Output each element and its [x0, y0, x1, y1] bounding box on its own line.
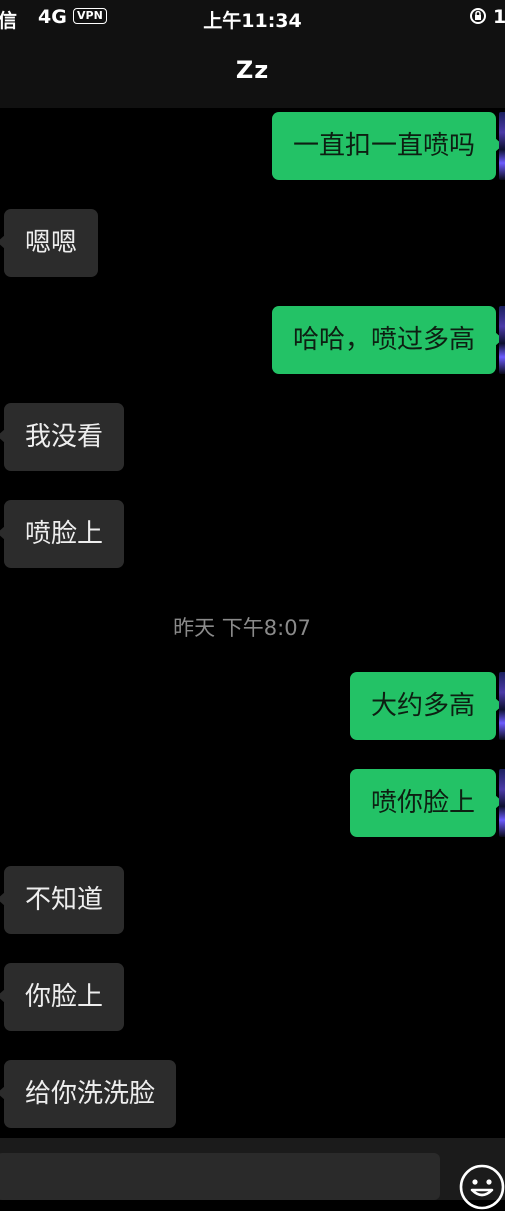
status-bar: 信 4G VPN 上午11:34 1: [0, 0, 505, 36]
message-bubble-received[interactable]: 我没看: [0, 403, 125, 471]
my-avatar[interactable]: [499, 769, 505, 837]
my-avatar[interactable]: [499, 672, 505, 740]
status-time: 上午11:34: [203, 10, 302, 32]
message-list[interactable]: 一直扣一直喷吗 嗯嗯 哈哈，喷过多高 我没看 喷脸上 昨天 下午8:07 大约多…: [0, 108, 505, 1138]
battery-percent: 1: [493, 6, 505, 28]
message-bubble-sent[interactable]: 哈哈，喷过多高: [271, 306, 504, 374]
message-bubble-received[interactable]: 你脸上: [0, 963, 125, 1031]
my-avatar[interactable]: [499, 306, 505, 374]
chat-title[interactable]: Zz: [0, 56, 505, 84]
chat-header: Zz: [0, 36, 505, 109]
orientation-lock-icon: [470, 8, 486, 24]
message-bubble-received[interactable]: 给你洗洗脸: [0, 1060, 177, 1128]
message-bubble-sent[interactable]: 大约多高: [349, 672, 504, 740]
message-bubble-sent[interactable]: 喷你脸上: [349, 769, 504, 837]
emoji-icon[interactable]: [458, 1163, 505, 1211]
message-bubble-received[interactable]: 不知道: [0, 866, 125, 934]
message-timestamp: 昨天 下午8:07: [173, 616, 311, 640]
message-bubble-sent[interactable]: 一直扣一直喷吗: [271, 112, 504, 180]
input-bar: [0, 1138, 505, 1210]
message-bubble-received[interactable]: 嗯嗯: [0, 209, 99, 277]
message-bubble-received[interactable]: 喷脸上: [0, 500, 125, 568]
my-avatar[interactable]: [499, 112, 505, 180]
message-input[interactable]: [0, 1153, 440, 1200]
